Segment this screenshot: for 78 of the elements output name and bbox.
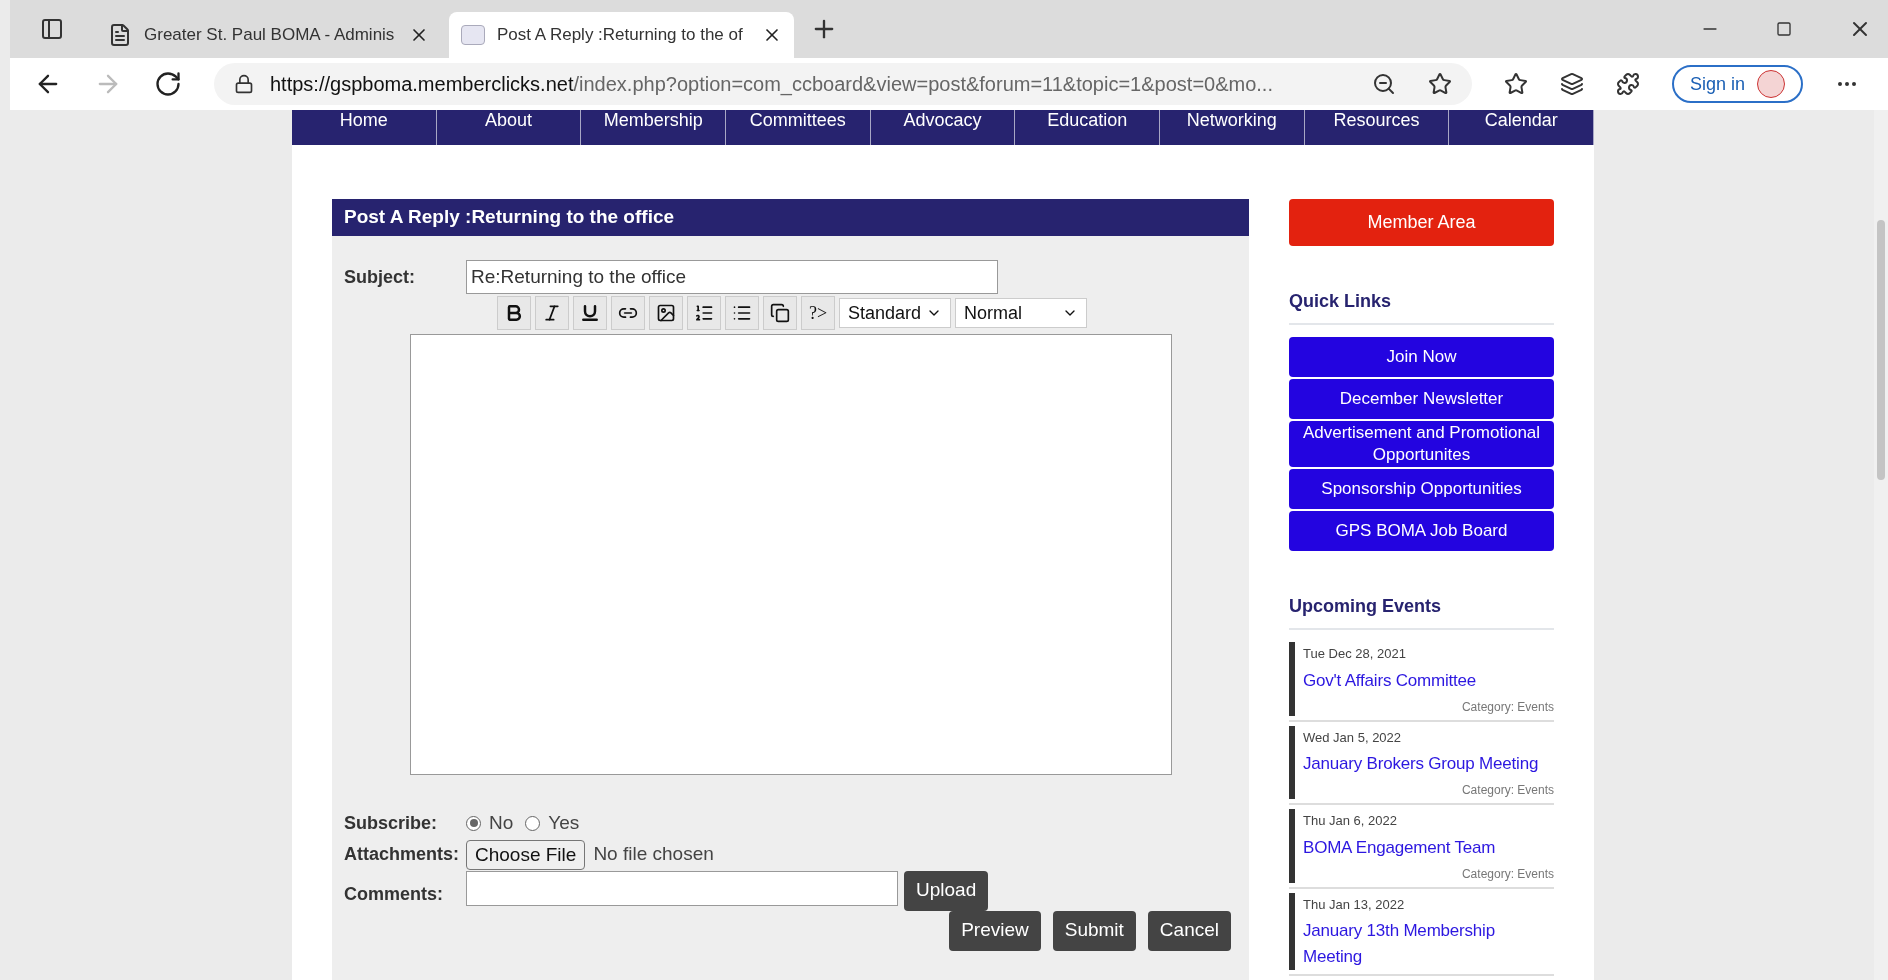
nav-link[interactable]: Education (1015, 110, 1161, 145)
page-icon (108, 23, 132, 47)
image-icon (656, 303, 676, 323)
favorites-icon[interactable] (1504, 72, 1528, 96)
event-link[interactable]: BOMA Engagement Team (1303, 834, 1554, 861)
address-bar[interactable]: https://gspboma.memberclicks.net/index.php?option=com_ccboard&view=post&forum=11&topic=1&post=0&mo... (214, 63, 1472, 105)
sign-in-button[interactable]: Sign in (1672, 65, 1804, 103)
quick-link-button[interactable]: December Newsletter (1289, 379, 1554, 419)
member-area-button[interactable]: Member Area (1289, 199, 1554, 246)
nav-link[interactable]: Membership (581, 110, 726, 145)
quick-link-button[interactable]: Advertisement and Promotional Opportunites (1289, 421, 1554, 467)
tab-actions-icon[interactable] (40, 17, 64, 41)
action-button[interactable]: Cancel (1147, 910, 1231, 951)
favorite-add-icon[interactable] (1428, 72, 1452, 96)
lock-icon (234, 74, 254, 94)
dropdown[interactable]: Standard (839, 298, 951, 328)
event-link[interactable]: January 13th Membership Meeting (1303, 918, 1554, 970)
zoom-out-icon[interactable] (1372, 72, 1396, 96)
editor-tool-button[interactable] (763, 296, 797, 330)
action-button[interactable]: Submit (1052, 910, 1136, 951)
nav-link[interactable]: Home (292, 110, 437, 145)
profile-avatar (1757, 70, 1786, 98)
editor-tool-button[interactable]: ?> (801, 296, 835, 330)
comments-field[interactable] (466, 870, 898, 906)
nav-link[interactable]: Networking (1160, 110, 1305, 145)
url-text: https://gspboma.memberclicks.net/index.php?option=com_ccboard&view=post&forum=11&topic=1&post=0&mo... (270, 72, 1274, 98)
dropdown[interactable]: Normal (955, 298, 1087, 328)
extensions-icon[interactable] (1616, 72, 1640, 96)
browser-tab[interactable]: Greater St. Paul BOMA - Adminis (96, 12, 441, 58)
subject-field[interactable]: Re:Returning to the office (466, 260, 998, 294)
panel-header: Post A Reply :Returning to the office (332, 199, 1249, 236)
ordered-icon (694, 303, 714, 323)
editor-tool-button[interactable] (497, 296, 531, 330)
restore-icon[interactable] (1776, 21, 1792, 37)
event-date: Tue Dec 28, 2021 (1303, 645, 1407, 663)
nav-link[interactable]: Calendar (1449, 110, 1595, 145)
nav-link[interactable]: About (436, 110, 582, 145)
event-link[interactable]: January Brokers Group Meeting (1303, 751, 1554, 777)
event-category: Category: Events (1461, 782, 1554, 799)
editor-tool-button[interactable] (649, 296, 683, 330)
file-status: No file chosen (593, 842, 714, 867)
nav-link[interactable]: Advocacy (870, 110, 1016, 145)
event-date: Thu Jan 6, 2022 (1303, 812, 1398, 830)
editor-tool-button[interactable] (573, 296, 607, 330)
action-button[interactable]: Preview (949, 910, 1041, 951)
nav-link[interactable]: Committees (726, 110, 871, 145)
bullets-icon (732, 303, 752, 323)
event-date: Thu Jan 13, 2022 (1303, 895, 1406, 914)
editor-tool-button[interactable] (611, 296, 645, 330)
underline-icon (580, 303, 600, 323)
upload-button[interactable]: Upload (904, 870, 989, 911)
copy-icon (770, 303, 790, 323)
event-category: Category: Events (1461, 698, 1554, 716)
quick-link-button[interactable]: GPS BOMA Job Board (1289, 511, 1554, 551)
subject-label: Subject: (344, 265, 416, 289)
choose-file-button[interactable]: Choose File (466, 839, 586, 870)
radio-option[interactable]: Yes (525, 809, 580, 838)
event-date: Wed Jan 5, 2022 (1303, 728, 1403, 747)
section-heading: Upcoming Events (1289, 593, 1554, 630)
browser-tab[interactable]: Post A Reply :Returning to the of (449, 12, 794, 58)
comments-label: Comments: (344, 882, 444, 906)
section-heading: Quick Links (1289, 288, 1554, 325)
quick-link-button[interactable]: Join Now (1289, 337, 1554, 377)
italic-icon (542, 303, 562, 323)
reload-icon[interactable] (154, 70, 182, 98)
event-category: Category: Events (1461, 865, 1554, 883)
editor-tool-button[interactable] (687, 296, 721, 330)
attachments-label: Attachments: (344, 843, 460, 866)
event-link[interactable]: Gov't Affairs Committee (1303, 667, 1554, 694)
editor-tool-button[interactable] (535, 296, 569, 330)
radio-option[interactable]: No (466, 809, 514, 838)
site-favicon (461, 25, 485, 45)
nav-link[interactable]: Resources (1304, 110, 1450, 145)
tab-title: Greater St. Paul BOMA - Adminis (144, 24, 396, 47)
editor-tool-button[interactable] (725, 296, 759, 330)
quick-link-button[interactable]: Sponsorship Opportunities (1289, 469, 1554, 509)
subscribe-label: Subscribe: (344, 811, 439, 835)
tab-title: Post A Reply :Returning to the of (497, 24, 744, 47)
